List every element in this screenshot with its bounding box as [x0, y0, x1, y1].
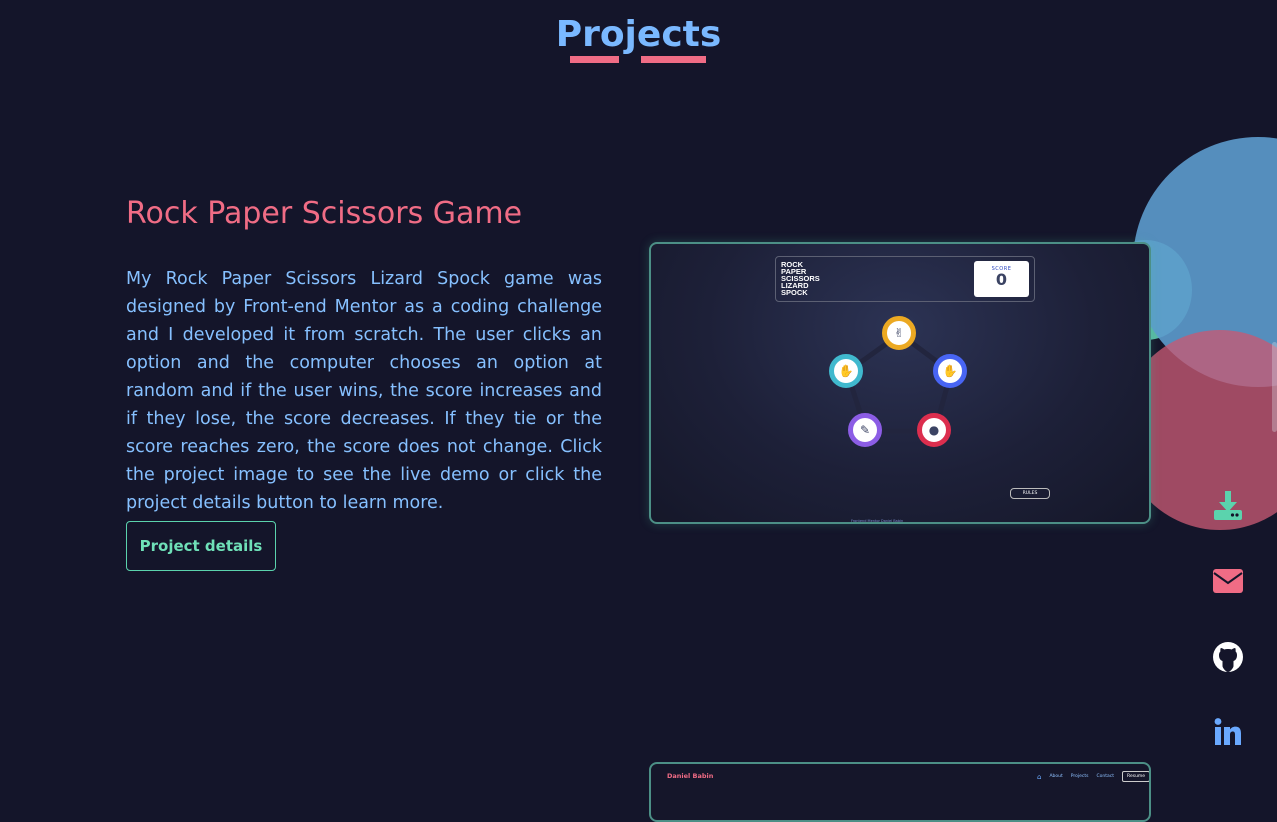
download-icon	[1214, 491, 1242, 520]
download-resume-link[interactable]	[1208, 485, 1248, 525]
project-details-button[interactable]: Project details	[126, 521, 276, 571]
mini-brand: Daniel Babin	[667, 772, 714, 780]
token-paper: ✋	[933, 354, 967, 388]
token-rock: ●	[917, 413, 951, 447]
mini-nav: ⌂ About Projects Contact Resume	[1037, 771, 1149, 782]
mini-resume-button: Resume	[1122, 771, 1149, 782]
attribution: Frontend Mentor Daniel Babin	[851, 519, 904, 523]
spock-icon: ✋	[838, 364, 854, 378]
mini-nav-about: About	[1049, 774, 1063, 779]
github-link[interactable]	[1208, 637, 1248, 677]
home-icon: ⌂	[1037, 772, 1042, 781]
mini-nav-projects: Projects	[1070, 774, 1089, 779]
section-title: Projects	[555, 14, 722, 55]
mini-nav-contact: Contact	[1096, 774, 1115, 779]
lizard-icon: ✎	[859, 423, 871, 437]
scissors-icon: ✌	[893, 326, 905, 340]
rock-icon: ●	[928, 423, 940, 437]
project-image-link[interactable]: ROCK PAPER SCISSORS LIZARD SPOCK SCORE 0…	[649, 242, 1151, 524]
project-title: Rock Paper Scissors Game	[126, 196, 523, 231]
project-image-link-2[interactable]: Daniel Babin ⌂ About Projects Contact Re…	[649, 762, 1151, 822]
email-icon	[1213, 569, 1243, 593]
rules-button: RULES	[1010, 488, 1050, 499]
title-underline-left	[570, 56, 619, 63]
linkedin-link[interactable]	[1208, 712, 1248, 752]
token-spock: ✋	[829, 354, 863, 388]
paper-icon: ✋	[942, 364, 958, 378]
title-underline-right	[641, 56, 706, 63]
token-lizard: ✎	[848, 413, 882, 447]
project-description: My Rock Paper Scissors Lizard Spock game…	[126, 269, 602, 513]
scrollbar-thumb[interactable]	[1272, 342, 1277, 432]
github-icon	[1213, 642, 1243, 672]
linkedin-icon	[1214, 718, 1241, 745]
email-link[interactable]	[1208, 561, 1248, 601]
token-scissors: ✌	[882, 316, 916, 350]
pentagon-lines	[844, 330, 954, 434]
